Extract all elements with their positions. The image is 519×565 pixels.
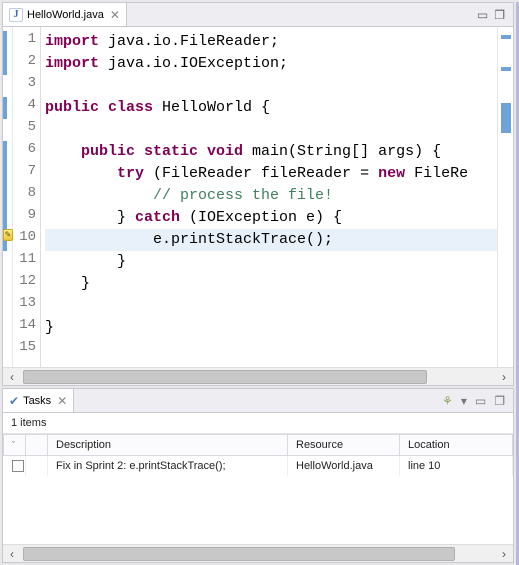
close-icon[interactable]: ✕ bbox=[108, 8, 120, 22]
editor-tab-row: J HelloWorld.java ✕ ▭ ❐ bbox=[3, 3, 513, 27]
editor-horizontal-scrollbar[interactable]: ‹ › bbox=[3, 367, 513, 385]
maximize-icon[interactable]: ❐ bbox=[494, 394, 505, 408]
code-line[interactable]: public static void main(String[] args) { bbox=[45, 141, 497, 163]
close-icon[interactable]: ✕ bbox=[55, 394, 67, 408]
marker-strip[interactable]: ✎ bbox=[3, 27, 13, 367]
cell-priority bbox=[26, 456, 48, 477]
editor-body: ✎ 123456789101112131415 import java.io.F… bbox=[3, 27, 513, 367]
tasks-table: ˇ Description Resource Location Fix in S… bbox=[3, 434, 513, 476]
line-number[interactable]: 4 bbox=[13, 97, 36, 119]
overview-ruler[interactable] bbox=[497, 27, 513, 367]
code-line[interactable]: } bbox=[45, 251, 497, 273]
tasks-horizontal-scrollbar[interactable]: ‹ › bbox=[3, 544, 513, 562]
cell-resource: HelloWorld.java bbox=[288, 456, 400, 477]
line-number[interactable]: 8 bbox=[13, 185, 36, 207]
column-header-location[interactable]: Location bbox=[400, 435, 513, 456]
editor-pane: J HelloWorld.java ✕ ▭ ❐ ✎ 12345678910111… bbox=[2, 2, 514, 386]
scroll-thumb[interactable] bbox=[23, 547, 455, 561]
maximize-icon[interactable]: ❐ bbox=[494, 8, 505, 22]
scroll-left-icon[interactable]: ‹ bbox=[3, 370, 21, 384]
code-line[interactable]: // process the file! bbox=[45, 185, 497, 207]
minimize-icon[interactable]: ▭ bbox=[475, 394, 486, 408]
table-row[interactable]: Fix in Sprint 2: e.printStackTrace(); He… bbox=[4, 456, 513, 477]
scroll-thumb[interactable] bbox=[23, 370, 427, 384]
column-header-resource[interactable]: Resource bbox=[288, 435, 400, 456]
code-line[interactable]: import java.io.IOException; bbox=[45, 53, 497, 75]
line-number[interactable]: 6 bbox=[13, 141, 36, 163]
sort-icon: ˇ bbox=[12, 440, 15, 450]
tasks-toolbar: ⚘ ▾ ▭ ❐ bbox=[434, 394, 513, 408]
line-number[interactable]: 9 bbox=[13, 207, 36, 229]
code-line[interactable]: } bbox=[45, 317, 497, 339]
line-number[interactable]: 14 bbox=[13, 317, 36, 339]
editor-toolbar: ▭ ❐ bbox=[469, 8, 513, 22]
filter-icon[interactable]: ⚘ bbox=[442, 394, 453, 408]
task-marker-icon[interactable]: ✎ bbox=[3, 229, 13, 241]
editor-tab-label: HelloWorld.java bbox=[27, 9, 104, 21]
scroll-right-icon[interactable]: › bbox=[495, 370, 513, 384]
line-number[interactable]: 2 bbox=[13, 53, 36, 75]
tasks-pane: ✔ Tasks ✕ ⚘ ▾ ▭ ❐ 1 items ˇ Description … bbox=[2, 388, 514, 563]
code-line[interactable]: } catch (IOException e) { bbox=[45, 207, 497, 229]
java-file-icon: J bbox=[9, 8, 23, 22]
minimize-icon[interactable]: ▭ bbox=[477, 8, 488, 22]
code-area[interactable]: import java.io.FileReader;import java.io… bbox=[41, 27, 497, 367]
tasks-body: 1 items ˇ Description Resource Location … bbox=[3, 413, 513, 544]
column-header-complete[interactable]: ˇ bbox=[4, 435, 26, 456]
line-number[interactable]: 12 bbox=[13, 273, 36, 295]
cell-description: Fix in Sprint 2: e.printStackTrace(); bbox=[48, 456, 288, 477]
code-line[interactable] bbox=[45, 75, 497, 97]
tasks-icon: ✔ bbox=[9, 394, 19, 408]
editor-tab-helloworld[interactable]: J HelloWorld.java ✕ bbox=[3, 3, 127, 26]
code-line[interactable]: } bbox=[45, 273, 497, 295]
code-line[interactable]: try (FileReader fileReader = new FileRe bbox=[45, 163, 497, 185]
tasks-tab-row: ✔ Tasks ✕ ⚘ ▾ ▭ ❐ bbox=[3, 389, 513, 413]
code-line[interactable]: public class HelloWorld { bbox=[45, 97, 497, 119]
view-menu-icon[interactable]: ▾ bbox=[461, 394, 467, 408]
code-line[interactable]: e.printStackTrace(); bbox=[45, 229, 497, 251]
code-line[interactable]: import java.io.FileReader; bbox=[45, 31, 497, 53]
code-line[interactable] bbox=[45, 339, 497, 361]
tasks-tab-label: Tasks bbox=[23, 395, 51, 407]
line-number[interactable]: 5 bbox=[13, 119, 36, 141]
line-number-gutter[interactable]: 123456789101112131415 bbox=[13, 27, 41, 367]
code-line[interactable] bbox=[45, 119, 497, 141]
scroll-track[interactable] bbox=[23, 547, 493, 561]
line-number[interactable]: 13 bbox=[13, 295, 36, 317]
line-number[interactable]: 1 bbox=[13, 31, 36, 53]
line-number[interactable]: 11 bbox=[13, 251, 36, 273]
tasks-tab[interactable]: ✔ Tasks ✕ bbox=[3, 389, 74, 412]
cell-complete[interactable] bbox=[4, 456, 26, 477]
table-header-row: ˇ Description Resource Location bbox=[4, 435, 513, 456]
scroll-left-icon[interactable]: ‹ bbox=[3, 547, 21, 561]
line-number[interactable]: 15 bbox=[13, 339, 36, 361]
scroll-track[interactable] bbox=[23, 370, 493, 384]
line-number[interactable]: 7 bbox=[13, 163, 36, 185]
tasks-count: 1 items bbox=[3, 413, 513, 434]
code-line[interactable] bbox=[45, 295, 497, 317]
line-number[interactable]: 3 bbox=[13, 75, 36, 97]
column-header-priority[interactable] bbox=[26, 435, 48, 456]
cell-location: line 10 bbox=[400, 456, 513, 477]
checkbox[interactable] bbox=[12, 460, 24, 472]
scroll-right-icon[interactable]: › bbox=[495, 547, 513, 561]
column-header-description[interactable]: Description bbox=[48, 435, 288, 456]
line-number[interactable]: 10 bbox=[13, 229, 36, 251]
